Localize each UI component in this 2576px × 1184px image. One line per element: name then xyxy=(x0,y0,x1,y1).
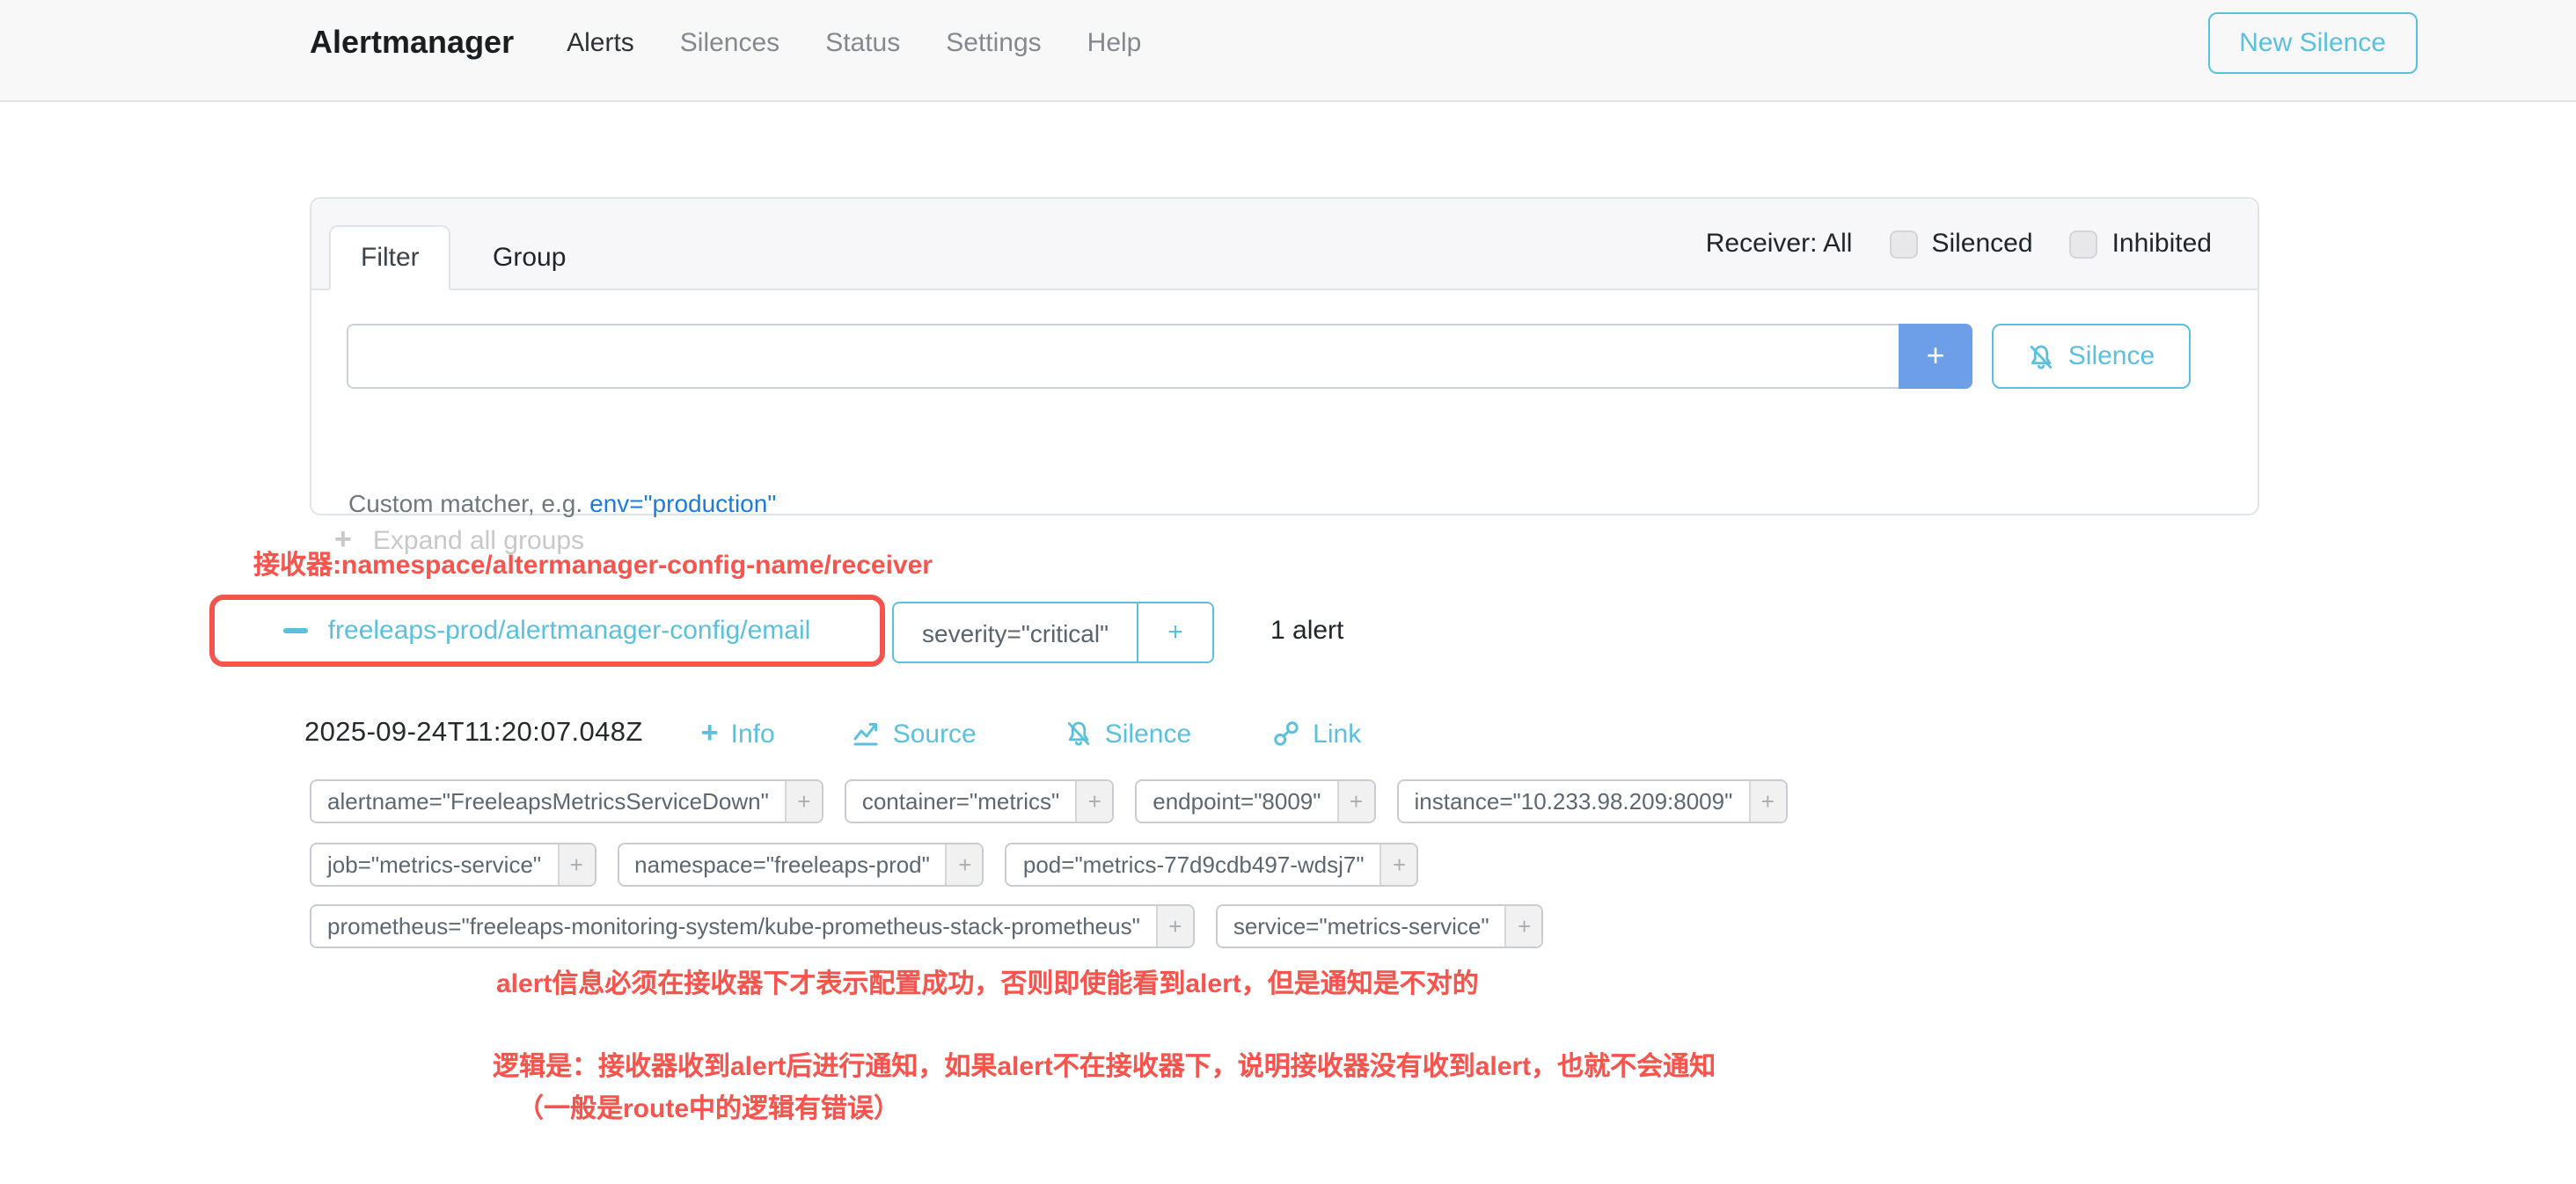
matcher-input-row: Silence xyxy=(347,324,2191,389)
add-label-filter-button[interactable] xyxy=(946,844,983,885)
nav-item-settings[interactable]: Settings xyxy=(946,28,1041,58)
alert-action-silence[interactable]: Silence xyxy=(1065,719,1191,749)
tab-filter[interactable]: Filter xyxy=(329,225,451,290)
label-tag: namespace="freeleaps-prod" xyxy=(617,843,984,887)
matcher-example-link[interactable]: env="production" xyxy=(589,489,776,517)
inhibited-filter: Inhibited xyxy=(2070,229,2212,259)
alert-action-link[interactable]: Link xyxy=(1272,719,1361,749)
plus-icon xyxy=(958,851,971,878)
bell-slash-icon xyxy=(2028,342,2056,370)
filter-options: Receiver: All Silenced Inhibited xyxy=(1706,229,2258,259)
filter-card-body: Silence Custom matcher, e.g.env="product… xyxy=(311,290,2258,515)
plus-icon xyxy=(1088,788,1101,815)
silenced-filter: Silenced xyxy=(1889,229,2032,259)
plus-icon xyxy=(1761,788,1775,815)
group-matcher-text: severity="critical" xyxy=(894,603,1137,661)
alert-labels-row-3: prometheus="freeleaps-monitoring-system/… xyxy=(310,904,1544,948)
inhibited-checkbox[interactable] xyxy=(2070,230,2098,258)
silence-filter-button[interactable]: Silence xyxy=(1992,324,2191,389)
label-tag: service="metrics-service" xyxy=(1216,904,1544,948)
plus-icon xyxy=(701,716,719,751)
annotation-note-2: 逻辑是：接收器收到alert后进行通知，如果alert不在接收器下，说明接收器没… xyxy=(493,1047,1716,1084)
plus-icon xyxy=(1393,851,1406,878)
label-tag: job="metrics-service" xyxy=(310,843,596,887)
new-silence-button[interactable]: New Silence xyxy=(2207,12,2418,74)
label-tag: alertname="FreeleapsMetricsServiceDown" xyxy=(310,779,823,823)
add-matcher-button[interactable] xyxy=(1899,324,1972,389)
add-label-filter-button[interactable] xyxy=(1505,906,1542,946)
chart-icon xyxy=(853,720,881,748)
silenced-label: Silenced xyxy=(1931,229,2032,259)
add-label-filter-button[interactable] xyxy=(557,844,594,885)
plus-icon xyxy=(1518,913,1531,939)
plus-icon xyxy=(797,788,810,815)
filter-card: Filter Group Receiver: All Silenced Inhi… xyxy=(310,197,2259,515)
app-brand: Alertmanager xyxy=(310,25,514,62)
alertmanager-page: Alertmanager Alerts Silences Status Sett… xyxy=(0,0,2576,1184)
annotation-receiver-note: 接收器:namespace/altermanager-config-name/r… xyxy=(253,545,933,582)
label-tag: pod="metrics-77d9cdb497-wdsj7" xyxy=(1006,843,1419,887)
receiver-group-highlight-box[interactable]: freeleaps-prod/alertmanager-config/email xyxy=(209,595,885,667)
alert-count: 1 alert xyxy=(1270,616,1343,646)
add-label-filter-button[interactable] xyxy=(785,781,822,822)
tab-group[interactable]: Group xyxy=(463,225,596,290)
annotation-note-3: （一般是route中的逻辑有错误） xyxy=(517,1089,900,1126)
custom-matcher-hint: Custom matcher, e.g.env="production" xyxy=(348,489,776,517)
plus-icon xyxy=(1350,788,1363,815)
nav-item-help[interactable]: Help xyxy=(1087,28,1142,58)
alert-action-source[interactable]: Source xyxy=(853,719,977,749)
group-matcher-chip: severity="critical" xyxy=(892,602,1214,663)
alert-timestamp: 2025-09-24T11:20:07.048Z xyxy=(304,718,643,749)
silenced-checkbox[interactable] xyxy=(1889,230,1917,258)
plus-icon xyxy=(1167,618,1183,647)
nav-item-alerts[interactable]: Alerts xyxy=(567,28,634,58)
navbar: Alertmanager Alerts Silences Status Sett… xyxy=(0,0,2576,102)
matcher-input[interactable] xyxy=(347,324,1899,389)
plus-icon xyxy=(1926,338,1944,375)
label-tag: container="metrics" xyxy=(845,779,1114,823)
group-matcher-add-button[interactable] xyxy=(1137,603,1212,661)
silence-button-label: Silence xyxy=(2068,341,2155,371)
plus-icon xyxy=(570,851,583,878)
add-label-filter-button[interactable] xyxy=(1337,781,1374,822)
alert-action-info[interactable]: Info xyxy=(701,716,775,751)
bell-slash-icon xyxy=(1065,720,1093,748)
link-icon xyxy=(1272,720,1300,748)
add-label-filter-button[interactable] xyxy=(1380,844,1417,885)
minus-icon xyxy=(284,628,309,634)
add-label-filter-button[interactable] xyxy=(1075,781,1112,822)
annotation-note-1: alert信息必须在接收器下才表示配置成功，否则即使能看到alert，但是通知是… xyxy=(496,964,1479,1001)
nav-item-status[interactable]: Status xyxy=(825,28,900,58)
add-label-filter-button[interactable] xyxy=(1748,781,1785,822)
alert-row: 2025-09-24T11:20:07.048Z Info Source Sil… xyxy=(304,716,1361,751)
label-tag: endpoint="8009" xyxy=(1135,779,1375,823)
label-tag: prometheus="freeleaps-monitoring-system/… xyxy=(310,904,1195,948)
filter-card-header: Filter Group Receiver: All Silenced Inhi… xyxy=(311,199,2258,290)
plus-icon xyxy=(1168,913,1182,939)
alert-labels-row-2: job="metrics-service" namespace="freelea… xyxy=(310,843,1419,887)
inhibited-label: Inhibited xyxy=(2112,229,2212,259)
alert-labels-row-1: alertname="FreeleapsMetricsServiceDown" … xyxy=(310,779,1787,823)
receiver-group-link: freeleaps-prod/alertmanager-config/email xyxy=(328,616,811,646)
nav-item-silences[interactable]: Silences xyxy=(680,28,779,58)
add-label-filter-button[interactable] xyxy=(1156,906,1193,946)
label-tag: instance="10.233.98.209:8009" xyxy=(1397,779,1788,823)
receiver-filter-label[interactable]: Receiver: All xyxy=(1706,229,1853,259)
nav-links: Alerts Silences Status Settings Help xyxy=(567,28,1141,58)
